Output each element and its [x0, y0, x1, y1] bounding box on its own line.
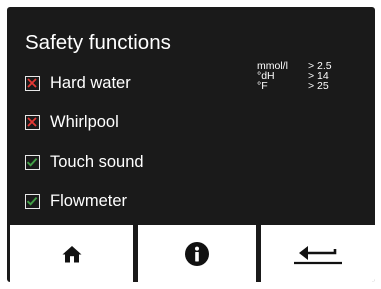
water-hardness-info: mmol/l > 2.5 °dH > 14 °F > 25: [257, 61, 332, 92]
flowmeter-checkbox[interactable]: [25, 193, 40, 209]
option-touch-sound[interactable]: Touch sound: [25, 150, 144, 174]
hardness-unit: °F: [257, 80, 268, 92]
check-mark-icon: [26, 157, 38, 167]
hard-water-checkbox[interactable]: [25, 75, 40, 91]
home-button[interactable]: [10, 225, 133, 282]
hardness-value: > 25: [308, 80, 329, 92]
option-flowmeter[interactable]: Flowmeter: [25, 189, 127, 213]
hard-water-label: Hard water: [50, 74, 131, 92]
info-icon: [185, 241, 209, 266]
touch-sound-checkbox[interactable]: [25, 154, 40, 170]
info-button[interactable]: [138, 225, 256, 282]
option-whirlpool[interactable]: Whirlpool: [25, 110, 119, 134]
option-hard-water[interactable]: Hard water: [25, 71, 131, 95]
whirlpool-checkbox[interactable]: [25, 114, 40, 130]
x-mark-icon: [27, 77, 37, 88]
whirlpool-label: Whirlpool: [50, 113, 119, 131]
button-bar: [7, 225, 375, 282]
page-title: Safety functions: [25, 31, 171, 54]
hardness-row: °F > 25: [257, 80, 332, 92]
back-button[interactable]: [261, 225, 375, 282]
touch-sound-label: Touch sound: [50, 153, 144, 171]
x-mark-icon: [27, 116, 37, 127]
home-icon: [62, 245, 81, 262]
flowmeter-label: Flowmeter: [50, 192, 128, 210]
touch-screen: Safety functions Hard water Whirlpool To…: [7, 7, 375, 282]
check-mark-icon: [26, 196, 38, 206]
return-arrow-icon: [294, 245, 342, 264]
